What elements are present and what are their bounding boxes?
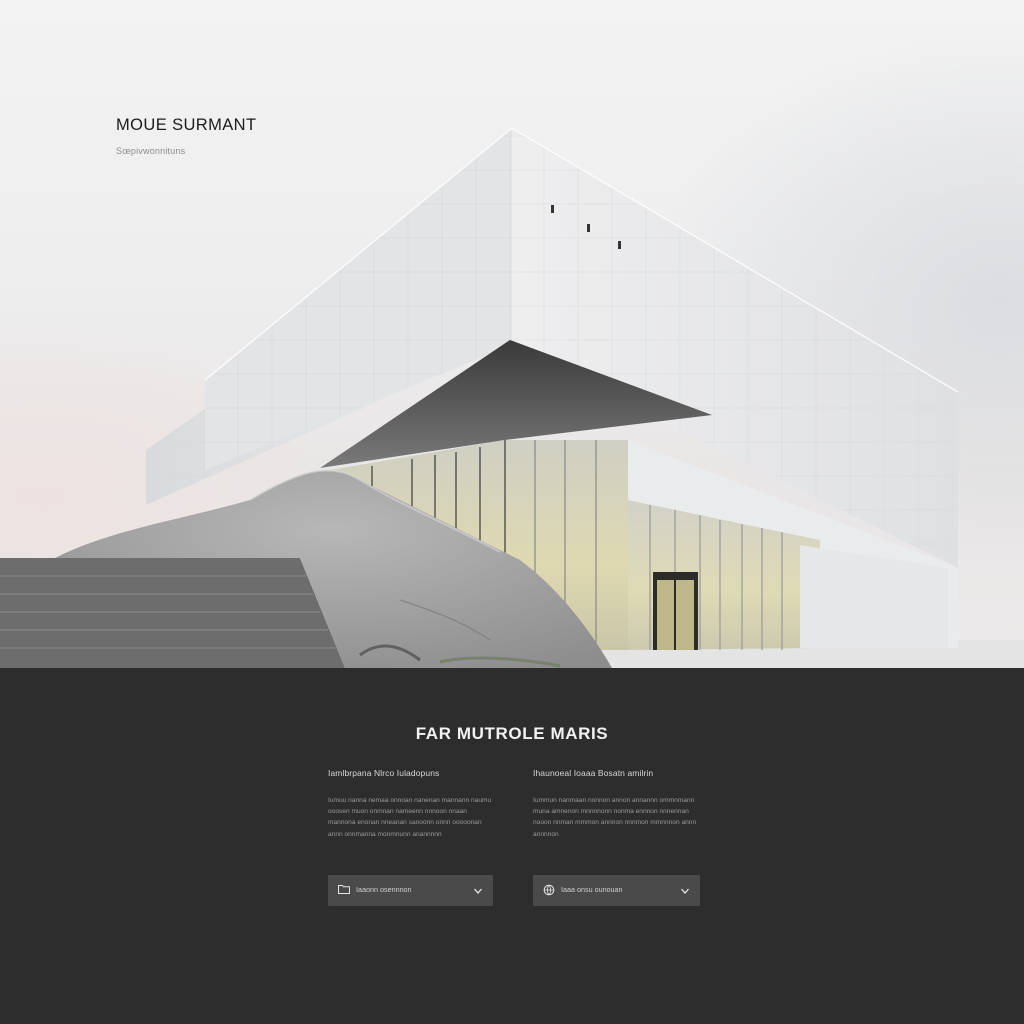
column-heading: Ihaunoeal Ioaaa Bosatn amilrin bbox=[533, 768, 654, 778]
column-heading: Iamlbrpana Nlrco Iuladopuns bbox=[328, 768, 440, 778]
dropdown-left[interactable]: Iaaonn osennnon bbox=[328, 875, 493, 906]
dropdown-right[interactable]: Iaaa onsu ounouan bbox=[533, 875, 700, 906]
chevron-down-icon bbox=[680, 884, 690, 896]
info-column-right: Ihaunoeal Ioaaa Bosatn amilrin Iummun na… bbox=[533, 768, 703, 840]
section-title: FAR MUTROLE MARIS bbox=[415, 724, 609, 743]
dropdown-label: Iaaa onsu ounouan bbox=[561, 885, 623, 894]
brand-subtitle: Sœpivwonnituns bbox=[116, 146, 186, 156]
brand-title: MOUE SURMANT bbox=[116, 116, 257, 134]
dropdown-label: Iaaonn osennnon bbox=[356, 885, 412, 894]
column-body: Iumuu nanna nemaa onnoan nanenan mannann… bbox=[328, 797, 492, 838]
hero-banner: MOUE SURMANT Sœpivwonnituns bbox=[0, 0, 1024, 668]
column-body: Iummun nanmaan nonnon annon annannn ommn… bbox=[533, 797, 697, 838]
info-section: FAR MUTROLE MARIS Iamlbrpana Nlrco Iulad… bbox=[0, 668, 1024, 1024]
chevron-down-icon bbox=[473, 884, 483, 896]
info-column-left: Iamlbrpana Nlrco Iuladopuns Iumuu nanna … bbox=[328, 768, 498, 840]
globe-icon bbox=[543, 884, 555, 896]
building-illustration bbox=[0, 127, 1024, 668]
folder-icon bbox=[338, 884, 350, 896]
